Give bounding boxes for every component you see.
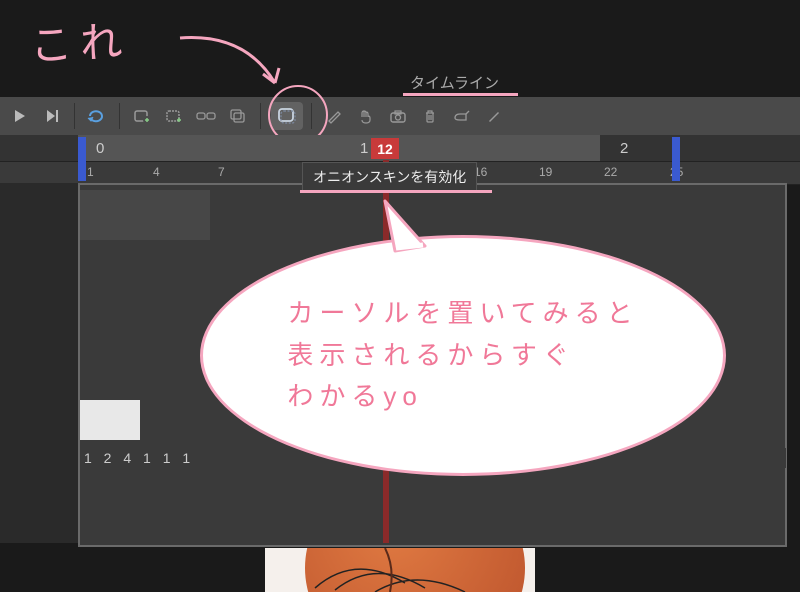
tick: 22 bbox=[604, 165, 617, 179]
separator bbox=[311, 103, 312, 129]
annotation-bubble-text: カーソルを置いてみると 表示されるからすぐ わかるyo bbox=[247, 293, 678, 418]
separator bbox=[119, 103, 120, 129]
bubble-line: カーソルを置いてみると bbox=[287, 293, 638, 335]
new-frame-button[interactable] bbox=[128, 102, 156, 130]
tick: 4 bbox=[153, 165, 160, 179]
bubble-line: 表示されるからすぐ bbox=[287, 335, 638, 377]
loop-button[interactable] bbox=[83, 102, 111, 130]
insert-frame-button[interactable] bbox=[160, 102, 188, 130]
play-button[interactable] bbox=[6, 102, 34, 130]
bubble-line: わかるyo bbox=[287, 376, 638, 418]
separator bbox=[74, 103, 75, 129]
header-num-2: 2 bbox=[620, 140, 628, 157]
header-num-1: 1 bbox=[360, 140, 368, 157]
playhead-frame-flag[interactable]: 12 bbox=[371, 138, 399, 159]
annotation-bubble-tail bbox=[380, 196, 440, 256]
link-frames-button[interactable] bbox=[192, 102, 220, 130]
in-point-marker[interactable] bbox=[78, 137, 86, 181]
tab-timeline-label[interactable]: タイムライン bbox=[410, 72, 499, 93]
annotation-underline-tooltip bbox=[300, 190, 492, 193]
annotation-underline-tab bbox=[403, 93, 518, 96]
pen-tool-button[interactable] bbox=[480, 102, 508, 130]
canvas-preview bbox=[265, 548, 535, 592]
tick: 1 bbox=[87, 165, 94, 179]
separator bbox=[260, 103, 261, 129]
layer-clip[interactable] bbox=[80, 190, 210, 240]
annotation-arrow bbox=[175, 28, 305, 108]
onion-skin-button[interactable] bbox=[271, 102, 303, 130]
camera-button[interactable] bbox=[384, 102, 412, 130]
edit-tool-button[interactable] bbox=[320, 102, 348, 130]
tick: 7 bbox=[218, 165, 225, 179]
annotation-kore: これ bbox=[28, 7, 131, 73]
frame-number-header[interactable]: 0 1 2 bbox=[0, 135, 800, 161]
header-num-0: 0 bbox=[96, 140, 104, 157]
layer-clip-white[interactable] bbox=[80, 400, 140, 440]
duplicate-frame-button[interactable] bbox=[224, 102, 252, 130]
screenshot-root: これ タイムライン bbox=[0, 0, 800, 592]
tick: 19 bbox=[539, 165, 552, 179]
out-point-marker[interactable] bbox=[672, 137, 680, 181]
timeline-layer-panel[interactable] bbox=[0, 183, 78, 543]
timeline-toolbar bbox=[0, 97, 800, 135]
onion-skin-tooltip: オニオンスキンを有効化 bbox=[302, 162, 477, 192]
hand-tool-button[interactable] bbox=[352, 102, 380, 130]
fill-tool-button[interactable] bbox=[448, 102, 476, 130]
trash-button[interactable] bbox=[416, 102, 444, 130]
illustration-lines bbox=[265, 548, 535, 592]
step-forward-button[interactable] bbox=[38, 102, 66, 130]
annotation-speech-bubble: カーソルを置いてみると 表示されるからすぐ わかるyo bbox=[200, 235, 726, 476]
